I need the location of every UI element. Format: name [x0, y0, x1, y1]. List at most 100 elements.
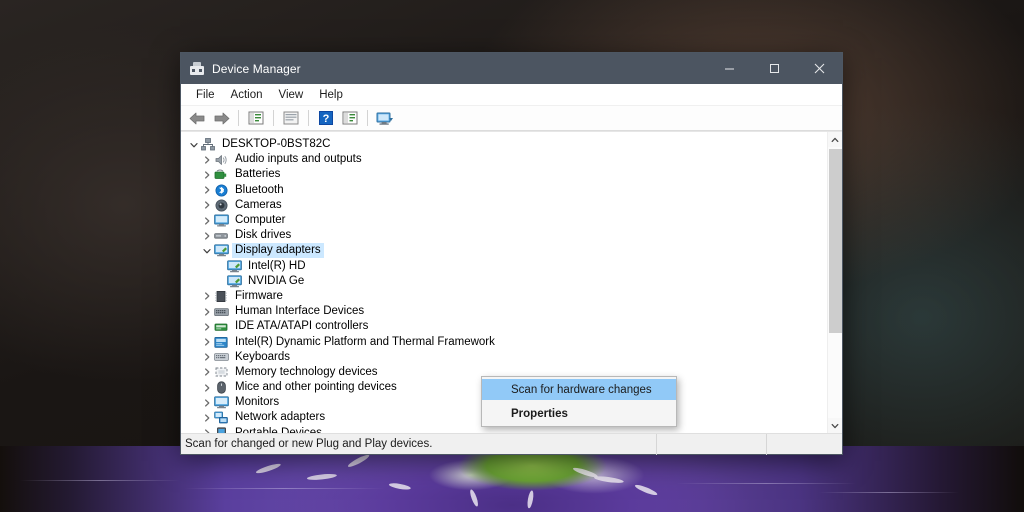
- ide-controller-icon: [213, 320, 229, 334]
- network-adapter-icon: [213, 411, 229, 425]
- menu-item-action[interactable]: Action: [224, 86, 270, 104]
- tree-item-ide-ata-atapi-controllers[interactable]: IDE ATA/ATAPI controllers: [181, 319, 827, 334]
- tree-item-label: Memory technology devices: [233, 366, 380, 379]
- camera-icon: [213, 198, 229, 212]
- chevron-right-icon[interactable]: [200, 429, 213, 433]
- tree-item-label: Firmware: [233, 290, 285, 303]
- portable-device-icon: [213, 426, 229, 433]
- device-manager-window: Device Manager File Action View Help: [180, 52, 843, 455]
- svg-text:?: ?: [323, 113, 330, 125]
- toolbar: ?: [181, 106, 842, 131]
- tree-item-nvidia-ge[interactable]: NVIDIA Ge: [181, 274, 827, 289]
- tree-item-label: Monitors: [233, 396, 281, 409]
- speaker-icon: [213, 153, 229, 167]
- chevron-right-icon[interactable]: [200, 399, 213, 407]
- tree-item-label: Display adapters: [233, 244, 323, 257]
- tree-item-label: Intel(R) Dynamic Platform and Thermal Fr…: [233, 336, 497, 349]
- menu-item-file[interactable]: File: [189, 86, 222, 104]
- menu-item-help[interactable]: Help: [312, 86, 350, 104]
- hid-icon: [213, 305, 229, 319]
- toolbar-separator: [308, 110, 309, 126]
- close-button[interactable]: [797, 53, 842, 84]
- tree-item-label: Network adapters: [233, 411, 327, 424]
- tree-item-label: Disk drives: [233, 229, 293, 242]
- status-bar-text: Scan for changed or new Plug and Play de…: [181, 438, 656, 450]
- device-tree-area: DESKTOP-0BST82C Audio inputs and outputs…: [181, 131, 842, 433]
- scrollbar-thumb[interactable]: [829, 149, 842, 333]
- menu-item-view[interactable]: View: [272, 86, 311, 104]
- display-adapter-icon: [226, 274, 242, 288]
- scroll-up-arrow-icon[interactable]: [828, 132, 843, 147]
- toolbar-separator: [238, 110, 239, 126]
- tree-item-label: NVIDIA Ge: [246, 275, 306, 288]
- tree-item-disk-drives[interactable]: Disk drives: [181, 228, 827, 243]
- mouse-icon: [213, 381, 229, 395]
- chevron-right-icon[interactable]: [200, 323, 213, 331]
- chevron-down-icon[interactable]: [200, 247, 213, 255]
- vertical-scrollbar[interactable]: [827, 132, 842, 433]
- chevron-right-icon[interactable]: [200, 353, 213, 361]
- tree-item-audio-inputs-and-outputs[interactable]: Audio inputs and outputs: [181, 152, 827, 167]
- chevron-right-icon[interactable]: [200, 186, 213, 194]
- tree-item-display-adapters[interactable]: Display adapters: [181, 243, 827, 258]
- scan-hardware-changes-button[interactable]: [374, 108, 396, 129]
- context-menu-item-scan-for-hardware-changes[interactable]: Scan for hardware changes: [482, 379, 676, 400]
- tree-item-computer[interactable]: Computer: [181, 213, 827, 228]
- tree-item-label: Cameras: [233, 199, 284, 212]
- tree-item-batteries[interactable]: Batteries: [181, 167, 827, 182]
- chevron-right-icon[interactable]: [200, 171, 213, 179]
- forward-button[interactable]: [210, 108, 232, 129]
- properties-button[interactable]: [245, 108, 267, 129]
- display-adapter-icon: [226, 259, 242, 273]
- tree-item-label: Audio inputs and outputs: [233, 153, 364, 166]
- update-driver-button[interactable]: [339, 108, 361, 129]
- tree-item-label: Portable Devices: [233, 427, 324, 433]
- scroll-down-arrow-icon[interactable]: [828, 418, 843, 433]
- tree-item-intel-r-dynamic-platform-and-thermal-framework[interactable]: Intel(R) Dynamic Platform and Thermal Fr…: [181, 334, 827, 349]
- status-bar-segment-2: [656, 434, 766, 455]
- chevron-right-icon[interactable]: [200, 308, 213, 316]
- chevron-right-icon[interactable]: [200, 292, 213, 300]
- tree-item-human-interface-devices[interactable]: Human Interface Devices: [181, 304, 827, 319]
- tree-item-label: Human Interface Devices: [233, 305, 366, 318]
- window-title: Device Manager: [212, 62, 301, 76]
- tree-item-label: Computer: [233, 214, 288, 227]
- tree-item-bluetooth[interactable]: Bluetooth: [181, 183, 827, 198]
- chevron-right-icon[interactable]: [200, 217, 213, 225]
- wallpaper-flower: [0, 446, 1024, 512]
- device-manager-icon: [189, 61, 205, 77]
- tree-item-label: Batteries: [233, 168, 282, 181]
- chevron-right-icon[interactable]: [200, 201, 213, 209]
- battery-icon: [213, 168, 229, 182]
- memory-icon: [213, 365, 229, 379]
- tree-item-firmware[interactable]: Firmware: [181, 289, 827, 304]
- tree-item-label: Intel(R) HD: [246, 260, 308, 273]
- title-bar[interactable]: Device Manager: [181, 53, 842, 84]
- back-button[interactable]: [186, 108, 208, 129]
- thermal-framework-icon: [213, 335, 229, 349]
- bluetooth-icon: [213, 183, 229, 197]
- minimize-button[interactable]: [707, 53, 752, 84]
- chevron-down-icon[interactable]: [187, 141, 200, 149]
- tree-item-label: IDE ATA/ATAPI controllers: [233, 320, 370, 333]
- firmware-icon: [213, 289, 229, 303]
- chevron-right-icon[interactable]: [200, 384, 213, 392]
- help-button[interactable]: ?: [315, 108, 337, 129]
- chevron-right-icon[interactable]: [200, 156, 213, 164]
- status-bar: Scan for changed or new Plug and Play de…: [181, 433, 842, 454]
- context-menu-item-properties[interactable]: Properties: [482, 403, 676, 424]
- scrollbar-track[interactable]: [828, 147, 843, 418]
- tree-root-node[interactable]: DESKTOP-0BST82C: [181, 137, 827, 152]
- show-hidden-devices-button[interactable]: [280, 108, 302, 129]
- tree-item-label: Keyboards: [233, 351, 292, 364]
- tree-item-intel-r-hd[interactable]: Intel(R) HD: [181, 259, 827, 274]
- tree-item-cameras[interactable]: Cameras: [181, 198, 827, 213]
- status-bar-segment-3: [766, 434, 842, 455]
- maximize-button[interactable]: [752, 53, 797, 84]
- chevron-right-icon[interactable]: [200, 338, 213, 346]
- tree-item-keyboards[interactable]: Keyboards: [181, 350, 827, 365]
- chevron-right-icon[interactable]: [200, 368, 213, 376]
- chevron-right-icon[interactable]: [200, 232, 213, 240]
- chevron-right-icon[interactable]: [200, 414, 213, 422]
- keyboard-icon: [213, 350, 229, 364]
